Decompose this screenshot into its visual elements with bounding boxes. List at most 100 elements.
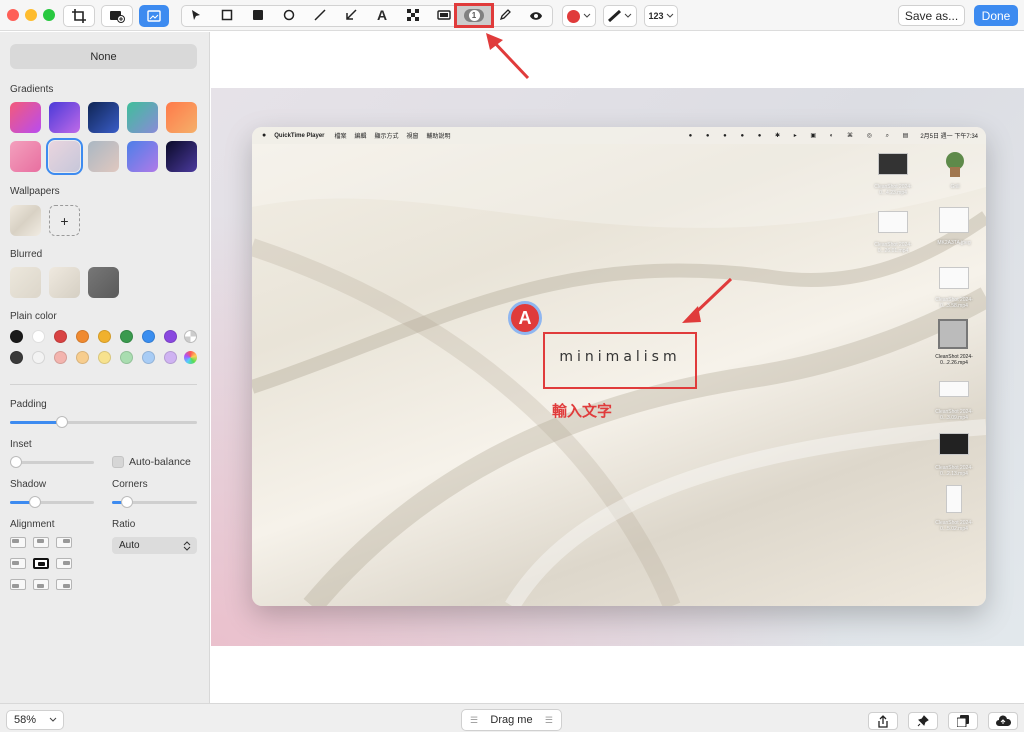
plain-color-swatch[interactable] — [54, 330, 67, 343]
gradient-swatch[interactable] — [127, 102, 158, 133]
close-window-button[interactable] — [7, 9, 19, 21]
pointer-icon[interactable] — [188, 7, 204, 23]
gradient-swatch[interactable] — [166, 141, 197, 172]
drag-me-handle[interactable]: ☰ Drag me ☰ — [461, 709, 562, 731]
desktop-file-label: CleanShot 2024-0...2.13.mp4 — [935, 465, 973, 477]
plain-color-swatch[interactable] — [98, 330, 111, 343]
desktop-file-icon[interactable] — [946, 485, 962, 513]
gradient-swatch[interactable] — [49, 102, 80, 133]
save-as-button[interactable]: Save as... — [898, 5, 965, 26]
plain-color-swatch[interactable] — [32, 351, 45, 364]
menu-file[interactable]: 檔案 — [334, 131, 346, 140]
alignment-option[interactable] — [10, 558, 26, 569]
plain-color-swatch[interactable] — [76, 351, 89, 364]
filled-rectangle-icon[interactable] — [250, 7, 266, 23]
plain-color-swatch[interactable] — [10, 330, 23, 343]
desktop-file-icon[interactable] — [939, 381, 969, 397]
gradient-swatch[interactable] — [88, 141, 119, 172]
gradient-swatch[interactable] — [127, 141, 158, 172]
alignment-option[interactable] — [33, 579, 49, 590]
plain-color-swatch[interactable] — [10, 351, 23, 364]
inset-slider[interactable] — [9, 456, 94, 468]
desktop-file-icon[interactable] — [939, 267, 969, 289]
plain-color-swatch[interactable] — [142, 330, 155, 343]
menu-window[interactable]: 視窗 — [407, 131, 419, 140]
cloud-upload-button[interactable] — [988, 712, 1018, 730]
ellipse-icon[interactable] — [281, 7, 297, 23]
counter-tool-button[interactable]: 1 — [454, 3, 494, 28]
gradient-swatch[interactable] — [88, 102, 119, 133]
plain-color-swatch[interactable] — [120, 330, 133, 343]
plain-color-swatch[interactable] — [120, 351, 133, 364]
none-background-button[interactable]: None — [10, 44, 197, 69]
desktop-file-icon[interactable] — [939, 433, 969, 455]
padding-slider-knob[interactable] — [56, 416, 69, 428]
done-button[interactable]: Done — [974, 5, 1018, 26]
desktop-file-icon-selected[interactable] — [938, 319, 968, 349]
plain-color-swatch[interactable] — [164, 330, 177, 343]
auto-balance-checkbox[interactable] — [112, 456, 124, 468]
corners-slider[interactable] — [112, 496, 197, 508]
plain-color-swatch[interactable] — [98, 351, 111, 364]
zoom-window-button[interactable] — [43, 9, 55, 21]
desktop-file-icon[interactable] — [878, 211, 908, 233]
menu-edit[interactable]: 編輯 — [355, 131, 367, 140]
background-button[interactable] — [139, 5, 169, 27]
alignment-option[interactable] — [10, 579, 26, 590]
gradient-swatch[interactable] — [10, 141, 41, 172]
text-size-button[interactable]: 123 — [644, 5, 678, 27]
pencil-icon[interactable] — [497, 7, 513, 23]
alignment-option[interactable] — [56, 558, 72, 569]
alignment-option[interactable] — [10, 537, 26, 548]
ratio-select[interactable]: Auto — [112, 537, 197, 554]
gradient-swatch[interactable] — [46, 138, 83, 175]
app-name-menu[interactable]: QuickTime Player — [274, 133, 324, 139]
desktop-file-icon[interactable] — [939, 207, 969, 233]
plain-color-swatch[interactable] — [32, 330, 45, 343]
alignment-option[interactable] — [33, 558, 49, 569]
stroke-width-button[interactable] — [603, 5, 637, 27]
inset-slider-knob[interactable] — [9, 456, 22, 468]
text-icon[interactable]: A — [374, 7, 390, 23]
corners-slider-knob[interactable] — [121, 496, 134, 508]
plain-color-swatch[interactable] — [76, 330, 89, 343]
add-image-button[interactable] — [101, 5, 133, 27]
add-wallpaper-button[interactable]: + — [49, 205, 80, 236]
share-button[interactable] — [868, 712, 898, 730]
arrow-icon[interactable] — [343, 7, 359, 23]
line-icon[interactable] — [312, 7, 328, 23]
menu-help[interactable]: 輔助說明 — [427, 131, 451, 140]
shadow-slider[interactable] — [10, 496, 94, 508]
crop-button[interactable] — [63, 5, 95, 27]
menu-view[interactable]: 顯示方式 — [375, 131, 399, 140]
blur-icon[interactable] — [528, 7, 544, 23]
color-picker-button[interactable] — [562, 5, 596, 27]
counter-badge[interactable]: A — [508, 301, 542, 335]
plain-color-swatch[interactable] — [54, 351, 67, 364]
plain-color-swatch[interactable] — [142, 351, 155, 364]
copy-button[interactable] — [948, 712, 978, 730]
gradient-swatch[interactable] — [10, 102, 41, 133]
blurred-swatch-3[interactable] — [88, 267, 119, 298]
pin-button[interactable] — [908, 712, 938, 730]
blurred-swatch-1[interactable] — [10, 267, 41, 298]
alignment-option[interactable] — [56, 537, 72, 548]
zoom-select[interactable]: 58% — [6, 710, 64, 730]
transparent-color-swatch[interactable] — [184, 330, 197, 343]
gradient-swatch[interactable] — [166, 102, 197, 133]
minimize-window-button[interactable] — [25, 9, 37, 21]
alignment-option[interactable] — [33, 537, 49, 548]
desktop-file-icon[interactable] — [878, 153, 908, 175]
shadow-slider-knob[interactable] — [29, 496, 42, 508]
alignment-option[interactable] — [56, 579, 72, 590]
padding-slider[interactable] — [10, 416, 197, 428]
highlight-icon[interactable] — [436, 7, 452, 23]
plain-color-swatch[interactable] — [164, 351, 177, 364]
apple-icon[interactable]: ● — [262, 132, 266, 139]
custom-color-picker[interactable] — [184, 351, 197, 364]
wallpaper-swatch[interactable] — [10, 205, 41, 236]
plant-file-icon[interactable] — [942, 151, 968, 179]
pixelate-icon[interactable] — [405, 7, 421, 23]
blurred-swatch-2[interactable] — [49, 267, 80, 298]
rectangle-icon[interactable] — [219, 7, 235, 23]
